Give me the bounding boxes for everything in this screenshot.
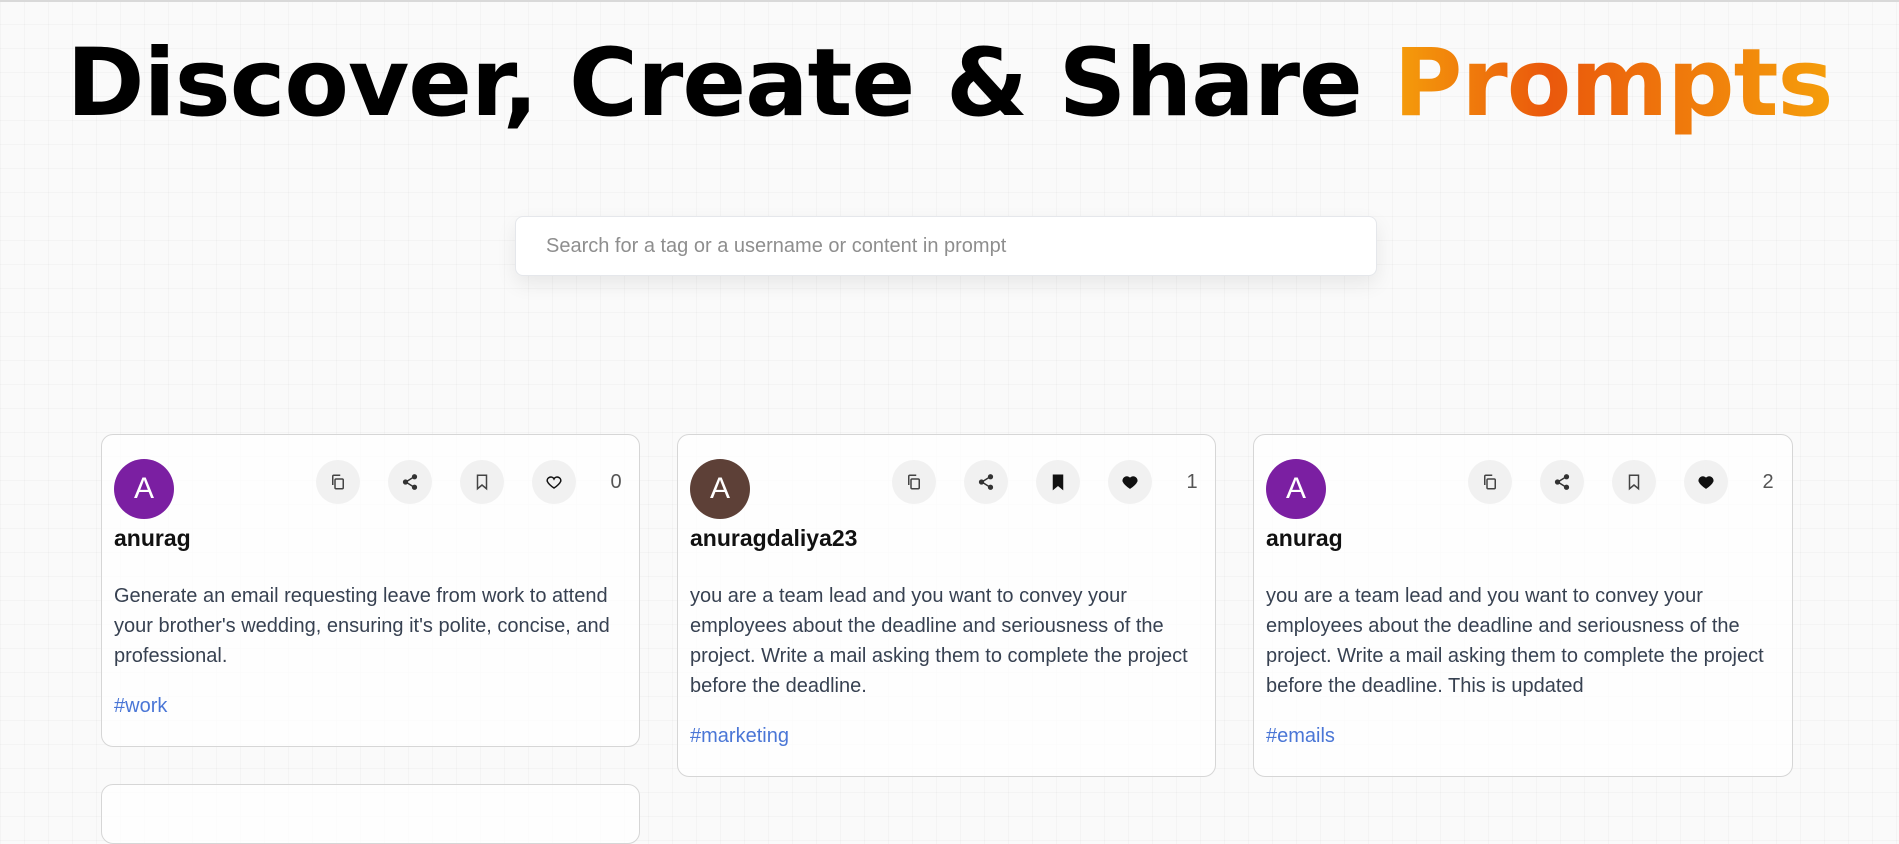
avatar[interactable]: A <box>690 459 750 519</box>
share-button[interactable] <box>1540 460 1584 504</box>
prompt-card <box>101 784 640 844</box>
bookmark-filled-icon <box>1052 474 1064 491</box>
prompt-text: Generate an email requesting leave from … <box>114 585 610 667</box>
top-border <box>0 0 1899 2</box>
search-bar <box>515 216 1377 276</box>
prompt-text: you are a team lead and you want to conv… <box>690 585 1188 697</box>
tag-link[interactable]: #work <box>114 695 167 718</box>
copy-icon <box>908 474 920 490</box>
prompt-text: you are a team lead and you want to conv… <box>1266 585 1764 697</box>
hero-title: Discover, Create & Share Prompts <box>0 24 1899 144</box>
share-icon <box>978 474 994 490</box>
heart-filled-icon <box>1122 476 1138 489</box>
share-icon <box>402 474 418 490</box>
share-button[interactable] <box>388 460 432 504</box>
tag-link[interactable]: #marketing <box>690 725 789 748</box>
bookmark-button[interactable] <box>1612 460 1656 504</box>
tag-link[interactable]: #emails <box>1266 725 1335 748</box>
like-count: 1 <box>1186 471 1198 493</box>
bookmark-icon <box>476 474 488 491</box>
copy-button[interactable] <box>316 460 360 504</box>
copy-button[interactable] <box>892 460 936 504</box>
heart-filled-icon <box>1698 476 1714 489</box>
username[interactable]: anurag <box>114 525 191 552</box>
avatar[interactable]: A <box>1266 459 1326 519</box>
search-input[interactable] <box>516 217 1376 275</box>
prompt-card: A 2 anurag you are a team lead and you w… <box>1253 434 1793 777</box>
username[interactable]: anuragdaliya23 <box>690 525 857 552</box>
heart-icon <box>546 476 562 489</box>
prompt-card: A 1 anuragdaliya23 you are a team lead a… <box>677 434 1216 777</box>
hero-title-prefix: Discover, Create & Share <box>66 29 1394 138</box>
copy-icon <box>1484 474 1496 490</box>
like-count: 2 <box>1762 471 1774 493</box>
bookmark-button[interactable] <box>1036 460 1080 504</box>
avatar[interactable]: A <box>114 459 174 519</box>
share-button[interactable] <box>964 460 1008 504</box>
like-button[interactable] <box>1684 460 1728 504</box>
prompt-card: A 0 anurag Generate an email requesting … <box>101 434 640 747</box>
like-count: 0 <box>610 471 622 493</box>
username[interactable]: anurag <box>1266 525 1343 552</box>
bookmark-icon <box>1628 474 1640 491</box>
hero-title-accent: Prompts <box>1393 29 1834 138</box>
bookmark-button[interactable] <box>460 460 504 504</box>
like-button[interactable] <box>1108 460 1152 504</box>
like-button[interactable] <box>532 460 576 504</box>
copy-icon <box>332 474 344 490</box>
share-icon <box>1554 474 1570 490</box>
copy-button[interactable] <box>1468 460 1512 504</box>
